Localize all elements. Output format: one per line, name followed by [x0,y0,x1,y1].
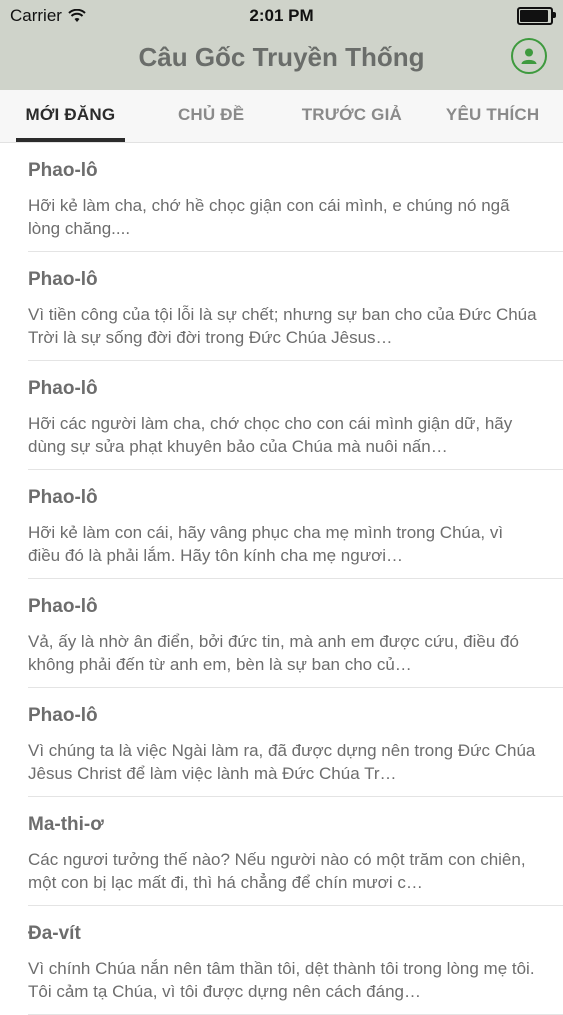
item-excerpt: Vì chính Chúa nắn nên tâm thần tôi, dệt … [28,959,535,1001]
item-author: Phao-lô [28,705,98,726]
tab-chu-de[interactable]: CHỦ ĐỀ [141,90,282,142]
item-excerpt: Các ngươi tưởng thế nào? Nếu người nào c… [28,850,526,892]
tab-yeu-thich[interactable]: YÊU THÍCH [422,90,563,142]
item-author: Phao-lô [28,596,98,617]
tab-label: MỚI ĐĂNG [25,105,116,124]
item-excerpt: Hỡi các người làm cha, chớ chọc cho con … [28,414,513,456]
verse-list: Phao-lô Hỡi kẻ làm cha, chớ hề chọc giận… [0,143,563,1015]
tab-bar: MỚI ĐĂNG CHỦ ĐỀ TRƯỚC GIẢ YÊU THÍCH [0,90,563,143]
list-item[interactable]: Phao-lô Vả, ấy là nhờ ân điển, bởi đức t… [28,579,563,688]
tab-moi-dang[interactable]: MỚI ĐĂNG [0,90,141,142]
item-excerpt: Hỡi kẻ làm cha, chớ hề chọc giận con cái… [28,196,510,238]
app-header: Carrier 2:01 PM Câu Gốc Truyền Thống [0,0,563,90]
item-excerpt: Vả, ấy là nhờ ân điển, bởi đức tin, mà a… [28,632,519,674]
clock: 2:01 PM [249,6,314,25]
list-item[interactable]: Phao-lô Vì tiền công của tội lỗi là sự c… [28,252,563,361]
tab-label: YÊU THÍCH [445,105,540,124]
list-item[interactable]: Phao-lô Hỡi kẻ làm cha, chớ hề chọc giận… [28,143,563,252]
list-item[interactable]: Đa-vít Vì chính Chúa nắn nên tâm thần tô… [28,906,563,1015]
item-excerpt: Vì chúng ta là việc Ngài làm ra, đã được… [28,741,536,783]
tab-truoc-gia[interactable]: TRƯỚC GIẢ [282,90,423,142]
tab-label: CHỦ ĐỀ [177,105,245,124]
status-bar: Carrier 2:01 PM [0,0,563,32]
item-author: Phao-lô [28,487,98,508]
list-item[interactable]: Phao-lô Hỡi kẻ làm con cái, hãy vâng phụ… [28,470,563,579]
item-author: Đa-vít [28,923,81,944]
battery-icon [517,7,556,25]
page-title: Câu Gốc Truyền Thống [138,42,425,72]
account-button[interactable] [511,38,547,74]
item-author: Phao-lô [28,160,98,181]
item-author: Phao-lô [28,378,98,399]
tab-label: TRƯỚC GIẢ [301,105,403,124]
item-excerpt: Vì tiền công của tội lỗi là sự chết; như… [28,305,537,347]
list-item[interactable]: Phao-lô Vì chúng ta là việc Ngài làm ra,… [28,688,563,797]
item-author: Ma-thi-ơ [28,814,104,835]
list-item[interactable]: Ma-thi-ơ Các ngươi tưởng thế nào? Nếu ng… [28,797,563,906]
list-item[interactable]: Phao-lô Hỡi các người làm cha, chớ chọc … [28,361,563,470]
item-excerpt: Hỡi kẻ làm con cái, hãy vâng phục cha mẹ… [28,523,504,565]
item-author: Phao-lô [28,269,98,290]
person-icon [521,48,537,64]
